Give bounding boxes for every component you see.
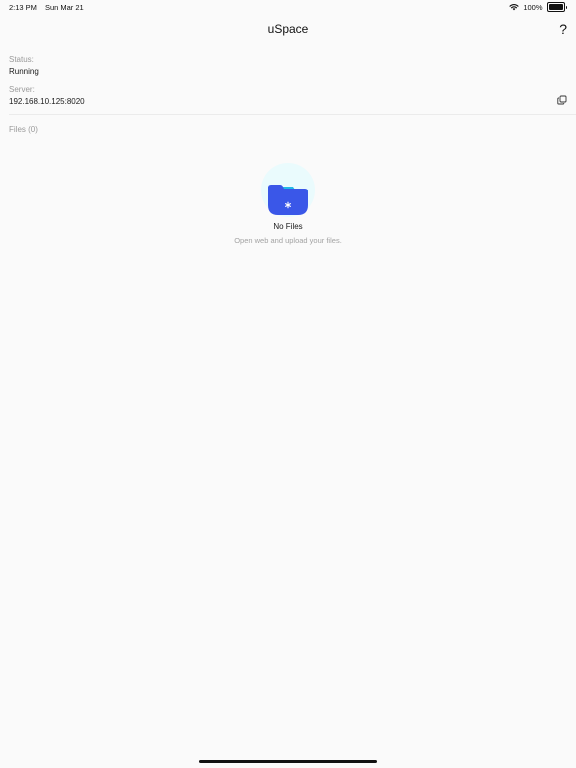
empty-state-subtitle: Open web and upload your files. xyxy=(234,236,342,245)
battery-fill xyxy=(548,4,563,10)
battery-body xyxy=(546,2,565,12)
copy-icon xyxy=(557,95,567,105)
status-date: Sun Mar 21 xyxy=(44,3,84,12)
battery-cap xyxy=(565,5,567,9)
empty-state-title: No Files xyxy=(273,222,303,231)
server-address: 192.168.10.125:8020 xyxy=(9,97,85,106)
status-bar-right: 100% xyxy=(509,2,567,12)
status-value: Running xyxy=(9,67,39,76)
wifi-icon xyxy=(509,3,519,11)
status-label: Status: xyxy=(9,55,34,64)
page-title: uSpace xyxy=(267,22,309,36)
home-indicator[interactable] xyxy=(199,760,377,763)
status-bar: 2:13 PM Sun Mar 21 100% xyxy=(0,0,576,14)
folder-icon xyxy=(261,163,315,217)
files-header: Files (0) xyxy=(9,125,38,134)
copy-button[interactable] xyxy=(557,95,567,105)
server-label: Server: xyxy=(9,85,35,94)
divider xyxy=(9,114,576,115)
battery-icon xyxy=(546,2,567,12)
status-bar-left: 2:13 PM Sun Mar 21 xyxy=(9,3,84,12)
battery-percent: 100% xyxy=(523,2,543,12)
status-time: 2:13 PM xyxy=(9,3,37,12)
help-button[interactable]: ? xyxy=(559,21,567,37)
